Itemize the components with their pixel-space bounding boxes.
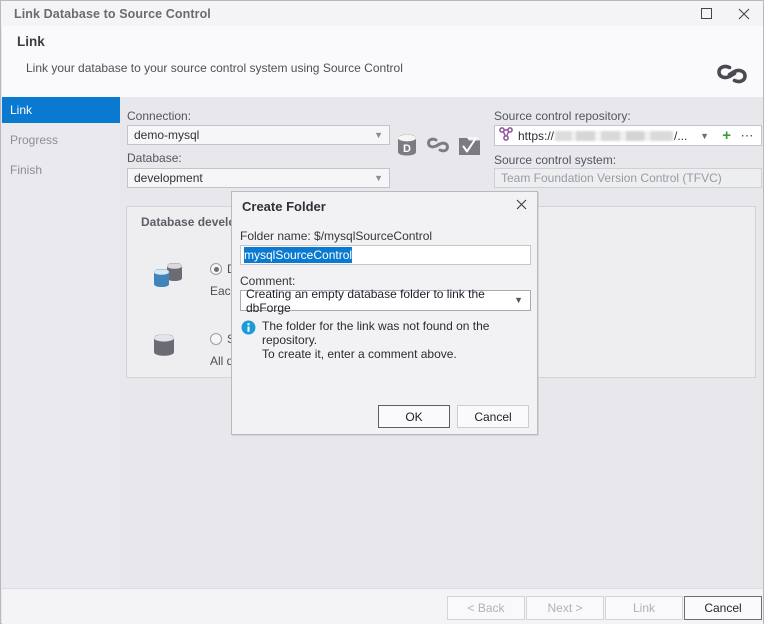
repository-label: Source control repository: [494,109,631,123]
database-combo[interactable]: development ▼ [127,168,390,188]
sidebar-item-link[interactable]: Link [2,97,120,123]
comment-combo[interactable]: Creating an empty database folder to lin… [240,287,531,315]
repository-scheme: https:// [518,128,555,143]
maximize-icon [700,8,712,19]
connection-combo[interactable]: demo-mysql ▼ [127,125,390,145]
repository-url: https:// /... [518,129,687,143]
chevron-down-icon: ▼ [374,129,383,140]
chevron-down-icon: ▼ [514,295,523,305]
database-d-icon[interactable]: D [396,133,418,160]
footer-bar: < Back Next > Link Cancel [2,588,763,624]
source-control-system-field: Team Foundation Version Control (TFVC) [494,168,762,188]
dialog-cancel-button[interactable]: Cancel [457,405,529,428]
close-button[interactable] [725,1,763,26]
sidebar: Link Progress Finish [2,97,120,588]
connection-value: demo-mysql [134,128,200,142]
group-title: Database develo [141,215,236,229]
dedicated-db-icon [149,259,185,296]
dialog-title: Create Folder [242,199,326,214]
info-message: The folder for the link was not found on… [241,319,531,361]
info-icon [241,320,256,338]
maximize-button[interactable] [687,1,725,26]
dialog-ok-label: OK [405,409,423,424]
system-label: Source control system: [494,153,617,167]
link-database-window: Link Database to Source Control Link Lin… [0,0,764,624]
folder-check-icon[interactable] [458,134,481,160]
system-value: Team Foundation Version Control (TFVC) [501,171,722,185]
link-button[interactable]: Link [605,596,683,620]
sidebar-item-label: Link [10,103,33,117]
repository-suffix: /... [674,128,688,143]
next-button[interactable]: Next > [526,596,604,620]
back-button-label: < Back [467,601,505,615]
redacted-host [555,130,674,141]
radio-indicator [210,333,222,345]
plus-icon[interactable]: + [722,128,731,143]
source-control-branch-icon [499,127,513,144]
back-button[interactable]: < Back [447,596,525,620]
database-value: development [134,171,203,185]
dialog-ok-button[interactable]: OK [378,405,450,428]
folder-name-label: Folder name: $/mysqlSourceControl [240,229,433,243]
chevron-down-icon: ▼ [374,172,383,183]
svg-text:D: D [403,143,411,155]
dialog-cancel-label: Cancel [474,409,512,424]
titlebar: Link Database to Source Control [1,1,763,26]
create-folder-dialog: Create Folder Folder name: $/mysqlSource… [231,191,538,435]
sidebar-item-label: Finish [10,163,43,177]
chain-link-icon [717,62,747,89]
close-icon [738,8,750,20]
cancel-button[interactable]: Cancel [684,596,762,620]
header-band: Link Link your database to your source c… [2,26,763,97]
info-text: The folder for the link was not found on… [262,319,490,361]
connection-label: Connection: [127,109,192,123]
page-title: Link [17,34,45,49]
window-title: Link Database to Source Control [14,6,211,21]
toolbar-icon-strip: D [396,133,481,160]
next-button-label: Next > [547,601,583,615]
dialog-close-button[interactable] [510,196,532,216]
titlebar-buttons [687,1,763,26]
radio-indicator [210,263,222,275]
shared-db-icon [149,330,185,363]
page-subtitle: Link your database to your source contro… [26,61,403,75]
chevron-down-icon[interactable]: ▼ [700,131,709,141]
ellipsis-icon[interactable]: ⋯ [741,129,755,142]
folder-name-value: mysqlSourceControl [244,247,353,263]
database-label: Database: [127,151,182,165]
comment-value: Creating an empty database folder to lin… [246,286,485,315]
sidebar-item-progress[interactable]: Progress [2,127,120,153]
folder-name-input[interactable]: mysqlSourceControl [240,245,531,265]
repository-input[interactable]: https:// /... ▼ + ⋯ [494,125,762,146]
chain-link-icon[interactable] [427,135,449,158]
cancel-button-label: Cancel [704,601,742,615]
link-button-label: Link [632,601,655,615]
close-icon [516,199,527,213]
sidebar-item-finish[interactable]: Finish [2,157,120,183]
sidebar-item-label: Progress [10,133,59,147]
